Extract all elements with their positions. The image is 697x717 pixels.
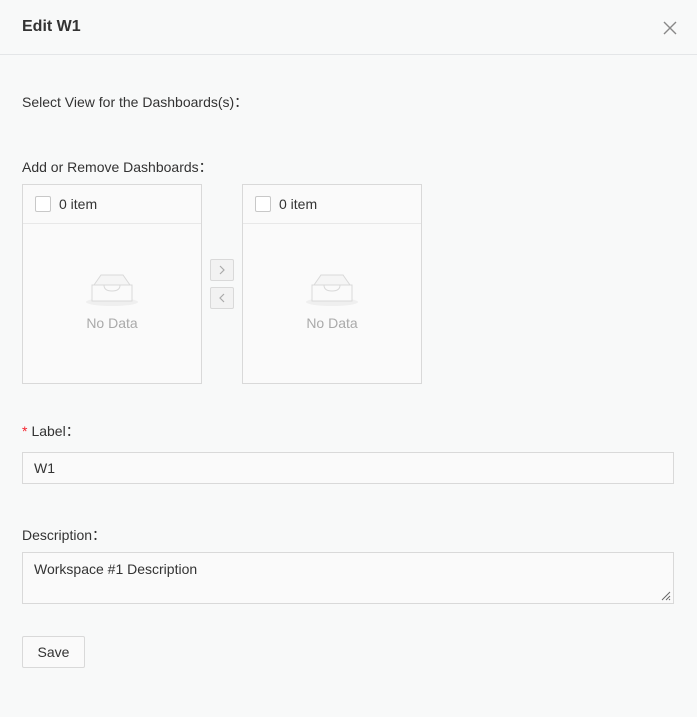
edit-dialog: Edit W1 Select View for the Dashboards(s…: [0, 0, 697, 717]
empty-inbox-icon: [306, 274, 358, 306]
move-right-button[interactable]: [210, 259, 234, 281]
transfer-target-list: 0 item No Data: [242, 184, 422, 384]
save-button[interactable]: Save: [22, 636, 85, 668]
resize-handle-icon[interactable]: [659, 589, 671, 601]
chevron-left-icon: [219, 293, 225, 303]
dialog-header: Edit W1: [0, 0, 697, 55]
target-select-all-checkbox[interactable]: [255, 196, 271, 212]
label-input[interactable]: [22, 452, 674, 484]
label-field-text: Label：: [31, 423, 80, 439]
source-list-header: 0 item: [23, 185, 201, 224]
target-empty-state: No Data: [243, 271, 421, 331]
chevron-right-icon: [219, 265, 225, 275]
description-textarea[interactable]: Workspace #1 Description: [22, 552, 674, 604]
required-mark: *: [22, 423, 28, 439]
dialog-title: Edit W1: [22, 18, 81, 35]
close-icon[interactable]: [660, 18, 680, 38]
transfer-source-list: 0 item No Data: [22, 184, 202, 384]
empty-inbox-icon: [86, 274, 138, 306]
description-field-label: Description：: [22, 527, 107, 543]
source-empty-text: No Data: [86, 315, 138, 331]
target-item-count: 0 item: [279, 196, 318, 212]
view-label: Select View for the Dashboards(s)：: [22, 94, 249, 110]
description-text: Workspace #1 Description: [34, 561, 198, 577]
target-list-header: 0 item: [243, 185, 421, 224]
source-select-all-checkbox[interactable]: [35, 196, 51, 212]
source-empty-state: No Data: [23, 271, 201, 331]
dashboards-label: Add or Remove Dashboards：: [22, 159, 213, 175]
label-field-label: * Label：: [22, 421, 80, 441]
move-left-button[interactable]: [210, 287, 234, 309]
target-empty-text: No Data: [306, 315, 358, 331]
source-item-count: 0 item: [59, 196, 98, 212]
